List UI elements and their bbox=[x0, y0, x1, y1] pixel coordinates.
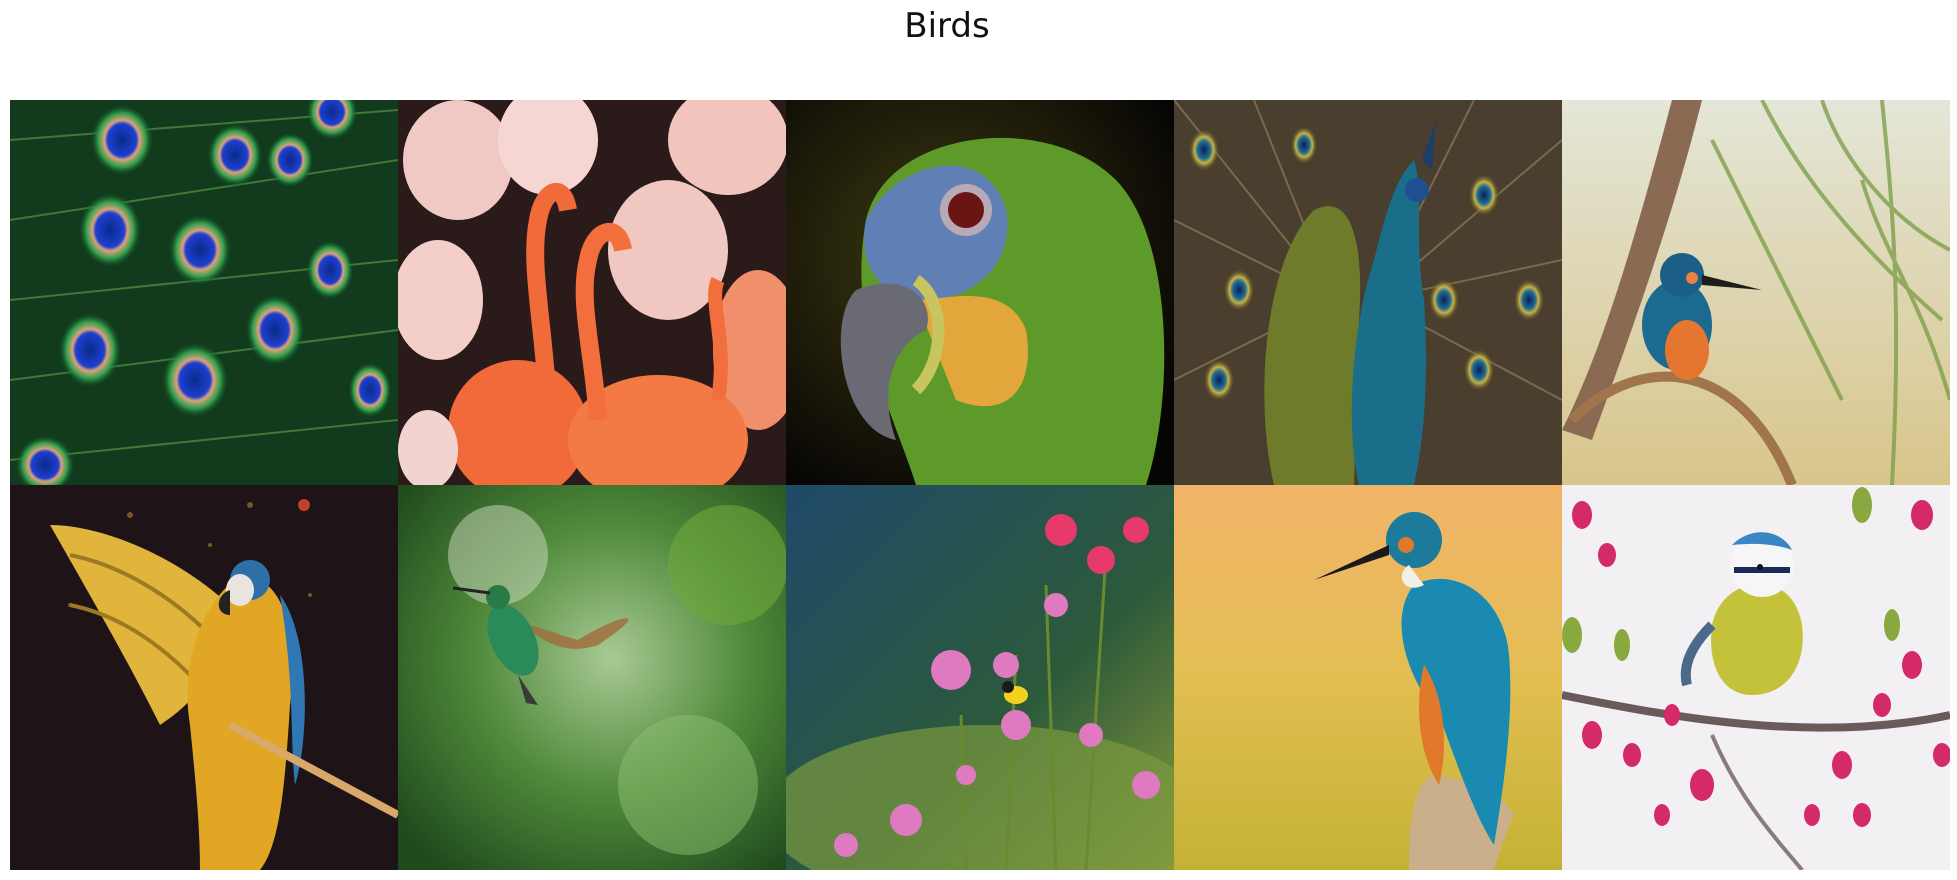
bird-image-flamingos bbox=[398, 100, 786, 485]
kingfisher-icon bbox=[1562, 100, 1950, 485]
parrot-icon bbox=[786, 100, 1174, 485]
kingfisher-icon bbox=[1174, 485, 1562, 870]
macaw-icon bbox=[10, 485, 398, 870]
blue-tit-icon bbox=[1562, 485, 1950, 870]
bird-image-macaw bbox=[10, 485, 398, 870]
bird-image-peacock bbox=[1174, 100, 1562, 485]
bird-image-kingfisher-on-stump bbox=[1174, 485, 1562, 870]
bird-image-parrot-head bbox=[786, 100, 1174, 485]
hummingbird-icon bbox=[398, 485, 786, 870]
peacock-icon bbox=[1174, 100, 1562, 485]
goldfinch-icon bbox=[786, 485, 1174, 870]
bird-image-hummingbird bbox=[398, 485, 786, 870]
bird-image-goldfinch-in-flowers bbox=[786, 485, 1174, 870]
bird-image-kingfisher-on-branch bbox=[1562, 100, 1950, 485]
figure-title: Birds bbox=[904, 6, 990, 46]
image-grid bbox=[10, 100, 1950, 870]
bird-image-blue-tit bbox=[1562, 485, 1950, 870]
peacock-feather-icon bbox=[10, 100, 398, 485]
flamingo-icon bbox=[398, 100, 786, 485]
bird-image-peacock-feathers bbox=[10, 100, 398, 485]
